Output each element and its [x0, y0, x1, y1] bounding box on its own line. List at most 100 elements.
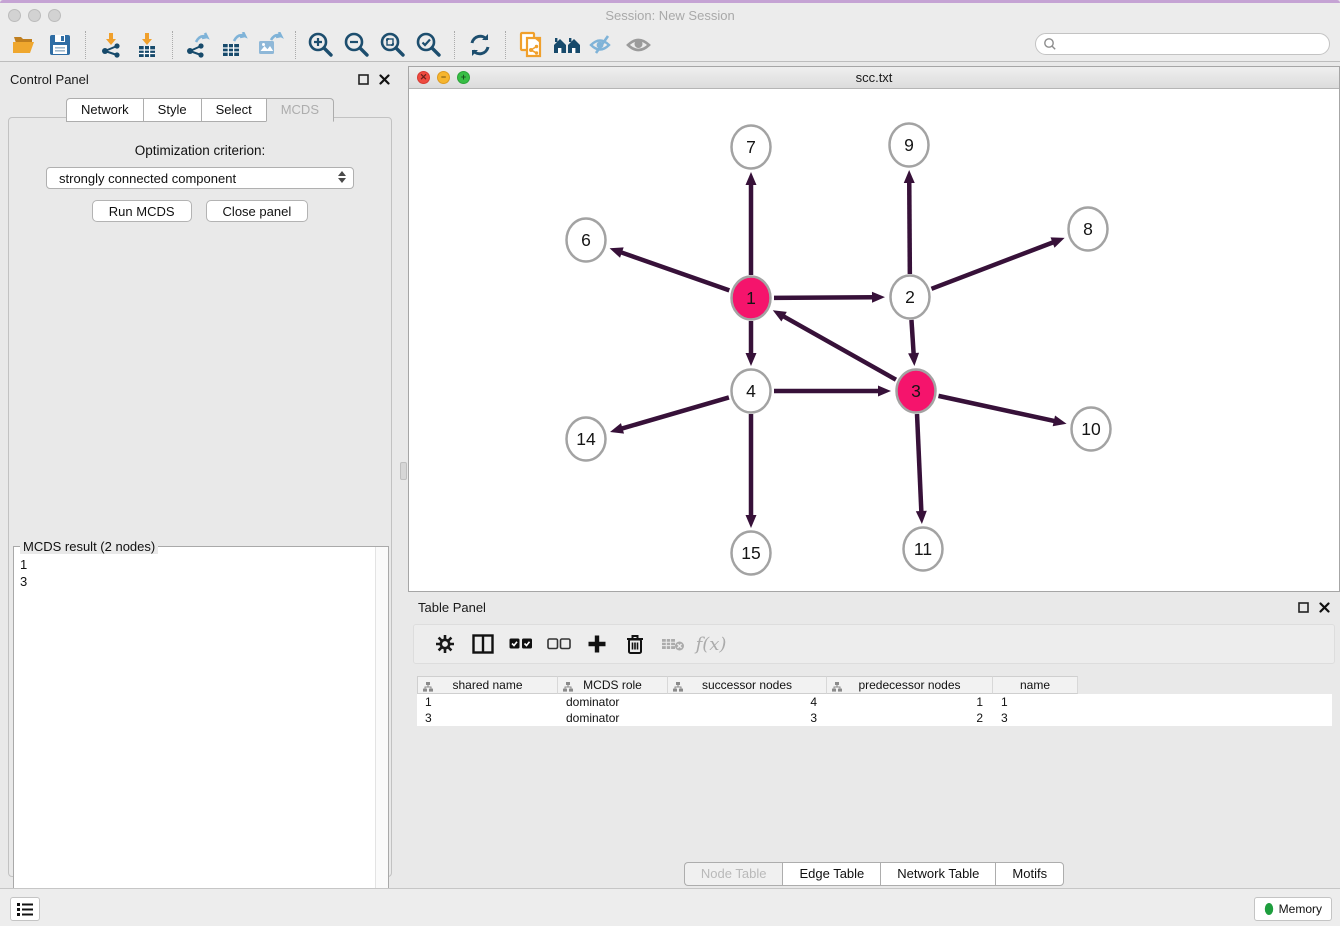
table-cell[interactable]: dominator [558, 694, 668, 710]
delete-table-button-disabled [654, 629, 692, 659]
mcds-result-list[interactable]: 1 3 [14, 550, 374, 921]
unselect-all-columns-button[interactable] [540, 629, 578, 659]
save-session-button[interactable] [42, 29, 78, 61]
tab-motifs[interactable]: Motifs [995, 862, 1064, 886]
export-table-button[interactable] [216, 29, 252, 61]
tab-node-table[interactable]: Node Table [684, 862, 783, 886]
edge-2-9[interactable] [909, 181, 910, 274]
node-label-1: 1 [746, 288, 756, 308]
close-panel-button[interactable] [379, 74, 390, 85]
node-label-8: 8 [1083, 219, 1093, 239]
node-label-9: 9 [904, 135, 914, 155]
tab-select[interactable]: Select [201, 98, 266, 122]
edge-4-14[interactable] [621, 397, 729, 429]
table-panel: Table Panel f(x) shared nameMCDS rolesuc… [408, 594, 1340, 888]
search-input[interactable] [1035, 33, 1330, 55]
refresh-layout-button[interactable] [462, 29, 498, 61]
edge-arrow-icon [746, 172, 757, 185]
app-title: Session: New Session [0, 8, 1340, 23]
node-table: shared name MCDS role successor nodes prede… [417, 676, 1332, 845]
table-cell[interactable]: 3 [668, 710, 827, 726]
edge-3-11[interactable] [917, 414, 921, 513]
edge-3-1[interactable] [782, 316, 896, 380]
edge-2-3[interactable] [911, 320, 913, 355]
tab-mcds[interactable]: MCDS [266, 98, 334, 122]
close-table-panel-button[interactable] [1319, 602, 1330, 613]
column-header-MCDS-role[interactable]: MCDS role [558, 676, 668, 694]
network-close-button[interactable]: ✕ [417, 71, 430, 84]
network-minimize-button[interactable]: − [437, 71, 450, 84]
column-header-predecessor-nodes[interactable]: predecessor nodes [827, 676, 993, 694]
export-image-button[interactable] [252, 29, 288, 61]
table-settings-button[interactable] [426, 629, 464, 659]
criterion-select[interactable]: strongly connected component [46, 167, 354, 189]
node-label-14: 14 [576, 429, 596, 449]
edge-arrow-icon [610, 247, 624, 257]
table-cell[interactable]: 4 [668, 694, 827, 710]
table-cell[interactable]: 2 [827, 710, 993, 726]
import-network-button[interactable] [93, 29, 129, 61]
table-cell[interactable]: 1 [993, 694, 1078, 710]
zoom-in-button[interactable] [303, 29, 339, 61]
column-header-successor-nodes[interactable]: successor nodes [668, 676, 827, 694]
export-network-icon [184, 32, 212, 58]
table-toolbar: f(x) [413, 624, 1335, 664]
tab-style[interactable]: Style [143, 98, 201, 122]
show-column-button[interactable] [464, 629, 502, 659]
column-header-label: MCDS role [583, 678, 642, 692]
table-row[interactable]: 3dominator323 [417, 710, 1332, 726]
edge-2-8[interactable] [931, 242, 1054, 289]
table-cell[interactable]: 3 [993, 710, 1078, 726]
zoom-out-button[interactable] [339, 29, 375, 61]
table-cell[interactable]: 1 [827, 694, 993, 710]
float-table-panel-button[interactable] [1298, 602, 1309, 613]
column-header-name[interactable]: name [993, 676, 1078, 694]
close-panel-button-2[interactable]: Close panel [206, 200, 309, 222]
split-panel-icon [472, 634, 494, 654]
column-header-label: successor nodes [702, 678, 792, 692]
table-row[interactable]: 1dominator411 [417, 694, 1332, 710]
zoom-out-icon [343, 31, 371, 59]
table-rows: 1dominator4113dominator323 [417, 694, 1332, 726]
tab-network-table[interactable]: Network Table [880, 862, 995, 886]
vertical-splitter-handle[interactable] [400, 462, 407, 480]
edge-1-6[interactable] [620, 252, 729, 290]
edge-3-10[interactable] [938, 396, 1055, 421]
hide-selected-button[interactable] [585, 29, 621, 61]
network-canvas[interactable]: 1234678910111415 [409, 89, 1339, 591]
import-table-button[interactable] [129, 29, 165, 61]
create-column-button[interactable] [578, 629, 616, 659]
network-window-titlebar[interactable]: ✕ − + scc.txt [409, 67, 1339, 89]
network-graph[interactable]: 1234678910111415 [409, 89, 1339, 591]
table-cell[interactable]: 1 [417, 694, 558, 710]
result-scrollbar[interactable] [375, 547, 388, 921]
zoom-selected-icon [415, 31, 443, 59]
neighbors-button[interactable] [549, 29, 585, 61]
zoom-fit-button[interactable] [375, 29, 411, 61]
network-zoom-button[interactable]: + [457, 71, 470, 84]
delete-column-button[interactable] [616, 629, 654, 659]
table-cell[interactable]: dominator [558, 710, 668, 726]
show-all-button[interactable] [621, 29, 657, 61]
float-panel-button[interactable] [358, 74, 369, 85]
column-header-shared-name[interactable]: shared name [417, 676, 558, 694]
open-session-button[interactable] [6, 29, 42, 61]
tree-hierarchy-icon [563, 681, 573, 695]
task-history-button[interactable] [10, 897, 40, 921]
criterion-value: strongly connected component [59, 171, 236, 186]
edge-arrow-icon [878, 386, 891, 397]
node-label-15: 15 [741, 543, 760, 563]
memory-button[interactable]: Memory [1254, 897, 1332, 921]
tab-network[interactable]: Network [66, 98, 143, 122]
node-label-3: 3 [911, 381, 921, 401]
edge-1-2[interactable] [774, 297, 874, 298]
tab-edge-table[interactable]: Edge Table [782, 862, 880, 886]
export-network-button[interactable] [180, 29, 216, 61]
checked-boxes-icon [509, 638, 533, 650]
edge-arrow-icon [916, 511, 927, 524]
copy-network-button[interactable] [513, 29, 549, 61]
select-all-columns-button[interactable] [502, 629, 540, 659]
zoom-selected-button[interactable] [411, 29, 447, 61]
run-mcds-button[interactable]: Run MCDS [92, 200, 192, 222]
table-cell[interactable]: 3 [417, 710, 558, 726]
